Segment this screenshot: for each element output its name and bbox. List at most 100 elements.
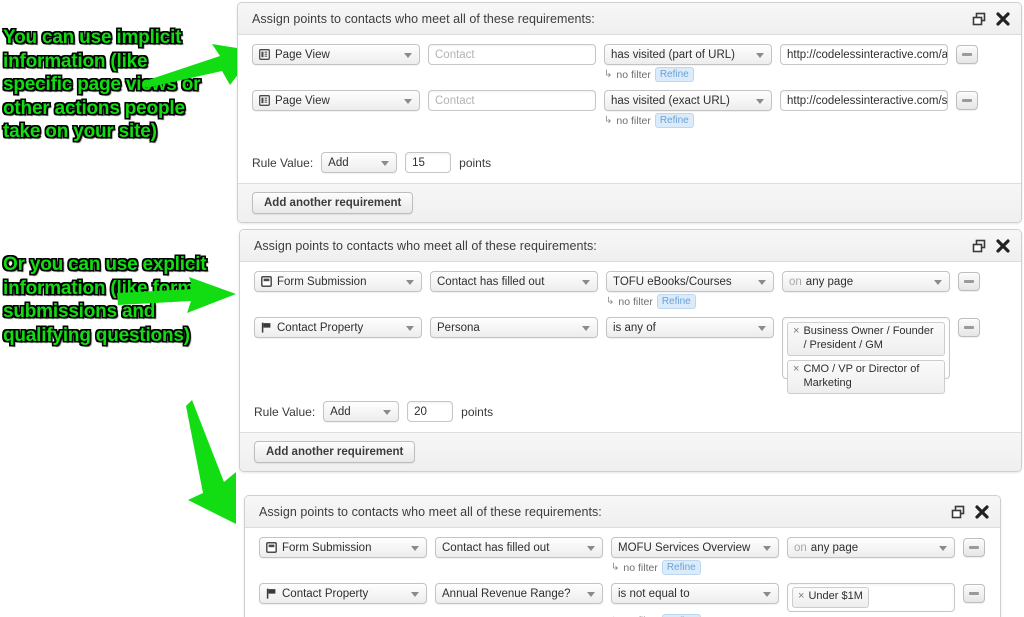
filter-line: ↳ no filter Refine — [611, 614, 955, 617]
contact-field-input[interactable]: Contact — [428, 90, 596, 111]
rule-value-operation: Add — [328, 157, 348, 169]
panel-title: Assign points to contacts who meet all o… — [252, 12, 595, 26]
page-view-icon — [259, 95, 270, 106]
chevron-down-icon — [758, 326, 766, 331]
rule-value-operation-select[interactable]: Add — [323, 401, 399, 422]
add-another-requirement-button[interactable]: Add another requirement — [252, 192, 413, 214]
rule-type-label: Page View — [275, 49, 330, 61]
remove-requirement-button[interactable] — [956, 91, 978, 110]
rule-type-select[interactable]: Form Submission — [259, 537, 427, 558]
minus-icon — [962, 99, 972, 102]
rule-panel-3: Assign points to contacts who meet all o… — [244, 495, 1001, 617]
page-scope-select[interactable]: on any page — [787, 537, 955, 558]
contact-field-value: Contact — [435, 49, 475, 61]
remove-requirement-button[interactable] — [958, 272, 980, 291]
field-select[interactable]: Contact has filled out — [430, 271, 598, 292]
refine-link[interactable]: Refine — [655, 67, 694, 82]
panel-footer: Add another requirement — [240, 432, 1021, 471]
rule-value-operation-select[interactable]: Add — [321, 152, 397, 173]
token-label: CMO / VP or Director of Marketing — [803, 363, 939, 390]
filter-hook-icon: ↳ — [604, 115, 612, 126]
persona-token-list[interactable]: × Business Owner / Founder / President /… — [782, 317, 950, 379]
flag-icon — [266, 588, 277, 599]
rule-type-label: Page View — [275, 95, 330, 107]
field-select[interactable]: Contact has filled out — [435, 537, 603, 558]
revenue-token-list[interactable]: × Under $1M — [787, 583, 955, 612]
screenshot-root: You can use implicit information (like s… — [0, 0, 1024, 617]
operator-label: is not equal to — [618, 588, 690, 600]
panel-header-actions — [972, 3, 1010, 35]
chevron-down-icon — [404, 53, 412, 58]
operator-select[interactable]: is any of — [606, 317, 774, 338]
form-submission-icon — [261, 276, 272, 287]
minus-icon — [969, 592, 979, 595]
rule-type-label: Contact Property — [282, 588, 368, 600]
rule-type-select[interactable]: Contact Property — [254, 317, 422, 338]
chevron-down-icon — [411, 592, 419, 597]
form-select[interactable]: TOFU eBooks/Courses — [606, 271, 774, 292]
token-item[interactable]: × CMO / VP or Director of Marketing — [787, 360, 945, 394]
duplicate-icon[interactable] — [951, 505, 965, 519]
contact-field-value: Contact — [435, 95, 475, 107]
token-label: Business Owner / Founder / President / G… — [803, 325, 939, 352]
rule-value-points: 20 — [414, 406, 427, 418]
page-view-icon — [259, 49, 270, 60]
rule-row: Form Submission Contact has filled out M… — [259, 537, 986, 581]
rule-type-label: Form Submission — [282, 542, 371, 554]
close-icon[interactable] — [975, 505, 989, 519]
page-scope-select[interactable]: on any page — [782, 271, 950, 292]
filter-line: ↳ no filter Refine — [604, 113, 948, 128]
remove-requirement-button[interactable] — [963, 538, 985, 557]
rule-value-points-input[interactable]: 20 — [407, 401, 453, 422]
chevron-down-icon — [934, 280, 942, 285]
rule-value-points-input[interactable]: 15 — [405, 152, 451, 173]
rule-type-select[interactable]: Page View — [252, 44, 420, 65]
chevron-down-icon — [406, 280, 414, 285]
close-icon[interactable] — [996, 239, 1010, 253]
panel-body: Page View Contact has visited (part of U… — [238, 35, 1021, 142]
rule-type-select[interactable]: Page View — [252, 90, 420, 111]
chevron-down-icon — [406, 326, 414, 331]
operator-select[interactable]: has visited (part of URL) — [604, 44, 772, 65]
remove-requirement-button[interactable] — [963, 584, 985, 603]
token-item[interactable]: × Under $1M — [792, 587, 869, 608]
remove-token-icon[interactable]: × — [793, 363, 799, 377]
form-label: MOFU Services Overview — [618, 542, 750, 554]
refine-link[interactable]: Refine — [662, 614, 701, 617]
remove-requirement-button[interactable] — [956, 45, 978, 64]
close-icon[interactable] — [996, 12, 1010, 26]
property-label: Annual Revenue Range? — [442, 588, 571, 600]
property-select[interactable]: Annual Revenue Range? — [435, 583, 603, 604]
remove-token-icon[interactable]: × — [793, 325, 799, 339]
rule-type-select[interactable]: Contact Property — [259, 583, 427, 604]
add-another-requirement-button[interactable]: Add another requirement — [254, 441, 415, 463]
url-value-input[interactable]: http://codelessinteractive.com/about/ — [780, 44, 948, 65]
token-item[interactable]: × Business Owner / Founder / President /… — [787, 322, 945, 356]
url-value: http://codelessinteractive.com/about/ — [787, 49, 948, 61]
duplicate-icon[interactable] — [972, 239, 986, 253]
chevron-down-icon — [763, 592, 771, 597]
rule-type-select[interactable]: Form Submission — [254, 271, 422, 292]
field-label: Contact has filled out — [442, 542, 549, 554]
refine-link[interactable]: Refine — [655, 113, 694, 128]
contact-field-input[interactable]: Contact — [428, 44, 596, 65]
filter-hook-icon: ↳ — [606, 296, 614, 307]
filter-line: ↳ no filter Refine — [611, 560, 955, 575]
duplicate-icon[interactable] — [972, 12, 986, 26]
refine-link[interactable]: Refine — [657, 294, 696, 309]
chevron-down-icon — [404, 99, 412, 104]
filter-hook-icon: ↳ — [604, 69, 612, 80]
rule-type-label: Contact Property — [277, 322, 363, 334]
chevron-down-icon — [756, 99, 764, 104]
remove-requirement-button[interactable] — [958, 318, 980, 337]
remove-token-icon[interactable]: × — [798, 590, 804, 604]
rule-row: Page View Contact has visited (exact URL… — [252, 90, 1007, 134]
operator-select[interactable]: has visited (exact URL) — [604, 90, 772, 111]
form-select[interactable]: MOFU Services Overview — [611, 537, 779, 558]
url-value-input[interactable]: http://codelessinteractive.com/services — [780, 90, 948, 111]
property-select[interactable]: Persona — [430, 317, 598, 338]
operator-select[interactable]: is not equal to — [611, 583, 779, 604]
operator-label: is any of — [613, 322, 656, 334]
refine-link[interactable]: Refine — [662, 560, 701, 575]
property-label: Persona — [437, 322, 480, 334]
